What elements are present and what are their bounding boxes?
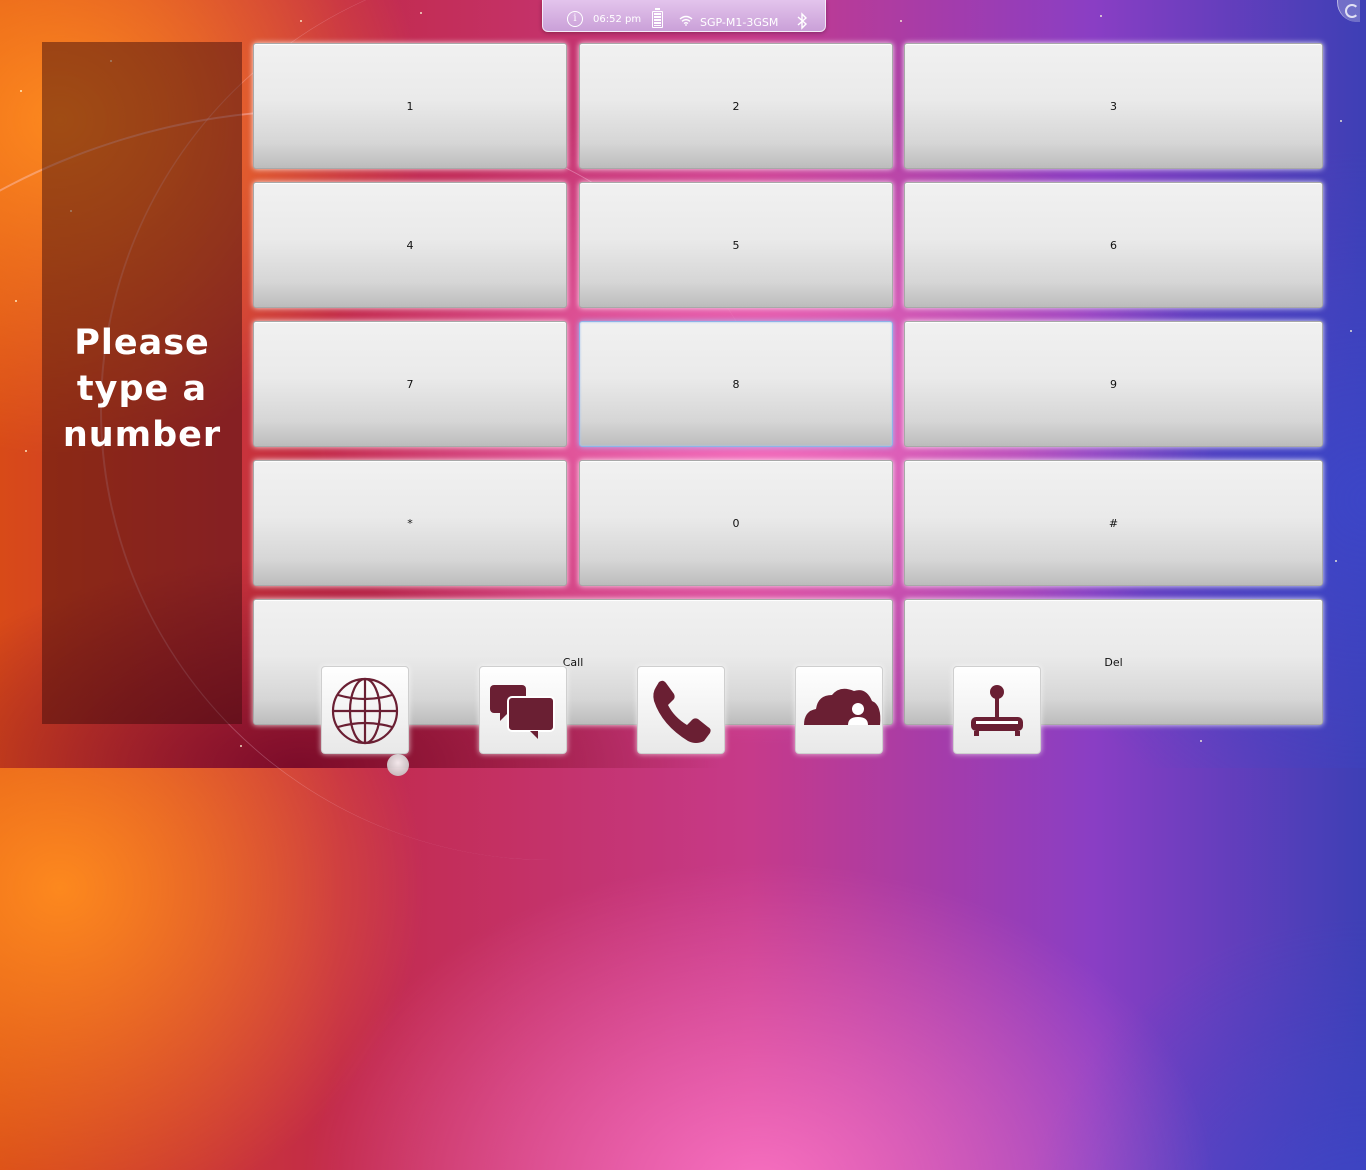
key-0[interactable]: 0 [579,460,893,586]
key-label: 7 [406,377,414,391]
globe-icon [331,677,399,745]
key-label: 0 [732,516,740,530]
key-label: 9 [1110,377,1117,391]
info-icon[interactable]: i [567,11,583,27]
key-2[interactable]: 2 [579,43,893,169]
del-label: Del [1104,655,1123,669]
network-name: SGP-M1-3GSM [700,16,779,29]
key-label: # [1108,516,1119,530]
bluetooth-icon[interactable] [796,12,808,34]
battery-icon [652,8,663,28]
messaging-launcher[interactable] [479,666,567,754]
key-label: 2 [732,99,740,113]
key-8[interactable]: 8 [579,321,893,447]
key-label: 3 [1110,99,1117,113]
key-label: 5 [732,238,740,252]
key-label: 6 [1110,238,1117,252]
chat-icon [490,685,555,739]
number-display-panel: Please type a number [42,42,242,724]
key-1[interactable]: 1 [253,43,567,169]
status-bar: i 06:52 pm SGP-M1-3GSM [542,0,826,32]
games-launcher[interactable] [953,666,1041,754]
key-hash[interactable]: # [904,460,1323,586]
prompt-text: Please type a number [62,323,222,455]
wifi-icon[interactable] [679,15,693,29]
key-label: 8 [732,377,740,391]
browser-launcher[interactable] [321,666,409,754]
key-6[interactable]: 6 [904,182,1323,308]
phone-icon [653,680,711,743]
key-4[interactable]: 4 [253,182,567,308]
cloud-contact-icon [804,688,881,725]
key-label: 4 [406,238,414,252]
key-label: * [407,516,413,530]
key-star[interactable]: * [253,460,567,586]
key-3[interactable]: 3 [904,43,1323,169]
cloud-contacts-launcher[interactable] [795,666,883,754]
joystick-icon [971,685,1023,736]
key-label: 1 [406,99,414,113]
phone-launcher[interactable] [637,666,725,754]
key-9[interactable]: 9 [904,321,1323,447]
key-5[interactable]: 5 [579,182,893,308]
power-icon[interactable] [1337,0,1360,22]
status-time: 06:52 pm [593,14,642,25]
dock-active-indicator [387,754,409,776]
key-7[interactable]: 7 [253,321,567,447]
